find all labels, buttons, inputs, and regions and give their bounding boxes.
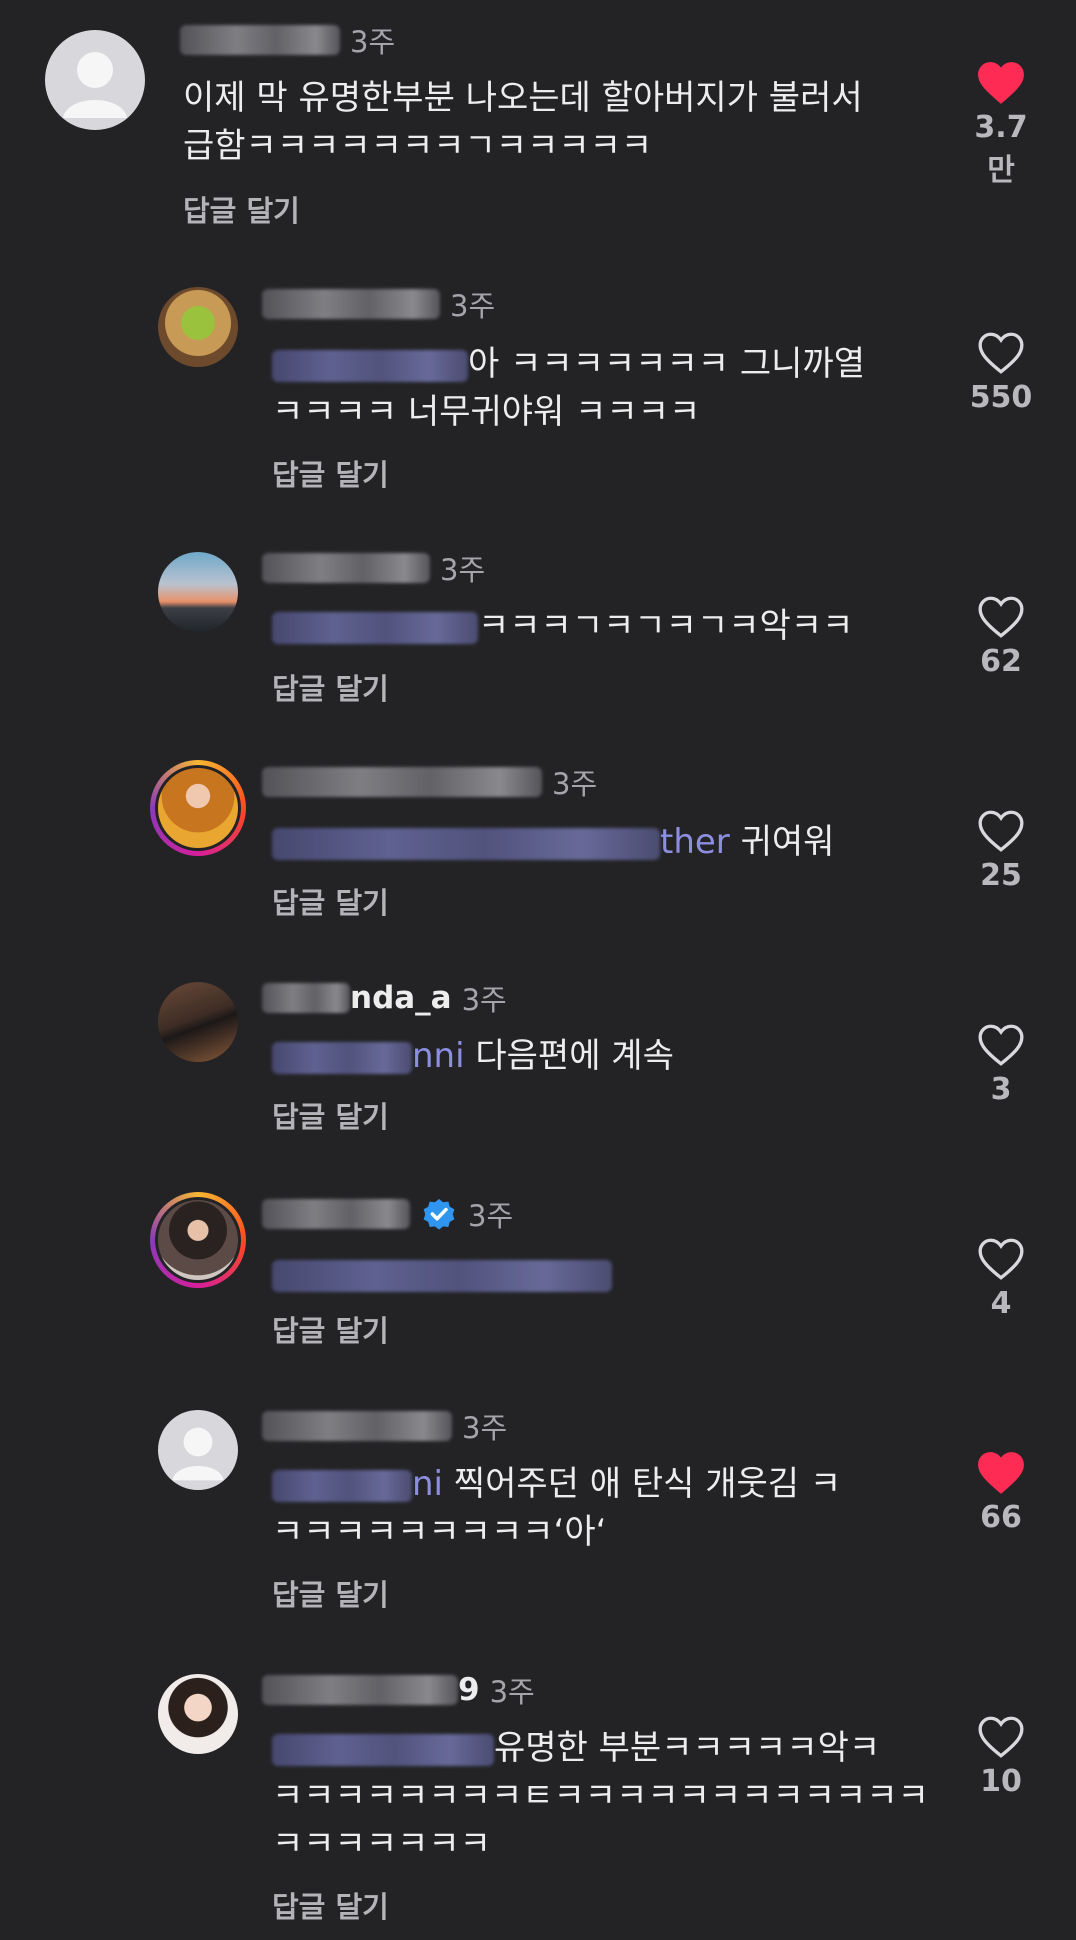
mention-tail[interactable]: ther (660, 822, 730, 862)
heart-outline-icon (978, 1716, 1024, 1758)
mention-tail[interactable]: nni (412, 1036, 465, 1076)
comment-text: ther 귀여워 (272, 818, 834, 866)
comment-time: 3주 (450, 289, 496, 323)
like-button[interactable]: 3.7만 (961, 60, 1041, 189)
reply-button[interactable]: 답글 달기 (272, 452, 389, 494)
comment-time: 3주 (552, 767, 598, 801)
comment-text: 유명한 부분ㅋㅋㅋㅋㅋ악ㅋ ㅋㅋㅋㅋㅋㅋㅋㅋㅌㅋㅋㅋㅋㅋㅋㅋㅋㅋㅋㅋㅋ ㅋㅋㅋㅋ… (272, 1724, 929, 1868)
comment-line: ㅋㅋㅋㅋㅋㅋㅋㅋㅋ‘아‘ (272, 1512, 607, 1552)
comment-time: 3주 (440, 553, 486, 587)
comment-text: 이제 막 유명한부분 나오는데 할아버지가 불러서 급함ㅋㅋㅋㅋㅋㅋㅋㄱㅋㅋㅋㅋ… (183, 74, 863, 170)
street-photo-avatar[interactable] (158, 982, 238, 1062)
story-ring-avatar[interactable] (150, 1192, 246, 1288)
mention-blurred[interactable] (272, 349, 468, 382)
mention-tail[interactable]: ni (412, 1464, 443, 1504)
heart-outline-icon (978, 1238, 1024, 1280)
mention-blurred[interactable] (272, 611, 478, 644)
comment-time: 3주 (489, 1675, 535, 1709)
reply-button[interactable]: 답글 달기 (272, 1094, 389, 1136)
cartoon-frog-avatar[interactable] (158, 287, 238, 367)
like-button[interactable]: 4 (961, 1236, 1041, 1321)
username-blurred[interactable] (262, 983, 350, 1013)
comment-text: ㅋㅋㅋㄱㅋㄱㅋㄱㅋ악ㅋㅋ (272, 602, 853, 650)
verified-badge-icon (423, 1198, 455, 1230)
mention-blurred[interactable] (272, 1041, 412, 1074)
like-button[interactable]: 25 (961, 808, 1041, 893)
comment-line: 유명한 부분ㅋㅋㅋㅋㅋ악ㅋ (494, 1728, 881, 1768)
heart-outline-icon (978, 810, 1024, 852)
default-avatar-icon[interactable] (158, 1410, 238, 1490)
mention-blurred[interactable] (272, 1733, 494, 1766)
username-blurred[interactable] (262, 1199, 410, 1229)
comment-line: ㅋㅋㅋㅋ 너무귀야워 ㅋㅋㅋㅋ (272, 392, 701, 432)
like-count: 3.7만 (974, 110, 1028, 188)
username-blurred[interactable] (262, 767, 542, 797)
comment-text: nni 다음편에 계속 (272, 1032, 674, 1080)
like-button[interactable]: 62 (961, 594, 1041, 679)
like-count: 550 (969, 380, 1033, 415)
reply-button[interactable]: 답글 달기 (183, 188, 300, 230)
comment-text (272, 1250, 612, 1298)
heart-filled-icon (978, 62, 1024, 104)
like-count: 10 (980, 1764, 1022, 1799)
comment-line: ㅋㅋㅋㅋㅋㅋㅋ (272, 1824, 491, 1864)
comment-line: 다음편에 계속 (475, 1036, 674, 1076)
username-blurred[interactable] (262, 553, 430, 583)
heart-filled-icon (978, 1452, 1024, 1494)
like-count: 62 (980, 644, 1022, 679)
comment-time: 3주 (462, 1411, 508, 1445)
like-count: 66 (980, 1500, 1022, 1535)
comment-line: ㅋㅋㅋㅋㅋㅋㅋㅋㅌㅋㅋㅋㅋㅋㅋㅋㅋㅋㅋㅋㅋ (272, 1776, 929, 1816)
comment-line: ㅋㅋㅋㄱㅋㄱㅋㄱㅋ악ㅋㅋ (478, 606, 854, 646)
reply-button[interactable]: 답글 달기 (272, 1884, 389, 1926)
comment-time: 3주 (350, 25, 396, 59)
comment-line: 급함ㅋㅋㅋㅋㅋㅋㅋㄱㅋㅋㅋㅋㅋ (183, 126, 653, 166)
like-button[interactable]: 10 (961, 1714, 1041, 1799)
comment-line: 이제 막 유명한부분 나오는데 할아버지가 불러서 (183, 78, 863, 118)
reply-button[interactable]: 답글 달기 (272, 880, 389, 922)
comment-line: 찍어주던 애 탄식 개웃김 ㅋ (453, 1464, 842, 1504)
comment-line: 아 ㅋㅋㅋㅋㅋㅋㅋ 그니까열 (468, 344, 865, 384)
comment-text: ni 찍어주던 애 탄식 개웃김 ㅋ ㅋㅋㅋㅋㅋㅋㅋㅋㅋ‘아‘ (272, 1460, 841, 1556)
portrait-avatar[interactable] (158, 1674, 238, 1754)
comment-text: 아 ㅋㅋㅋㅋㅋㅋㅋ 그니까열 ㅋㅋㅋㅋ 너무귀야워 ㅋㅋㅋㅋ (272, 340, 865, 436)
reply-button[interactable]: 답글 달기 (272, 666, 389, 708)
username-tail[interactable]: nda_a (350, 980, 452, 1016)
comment-time: 3주 (468, 1199, 514, 1233)
username-tail[interactable]: 9 (458, 1672, 480, 1708)
reply-button[interactable]: 답글 달기 (272, 1308, 389, 1350)
username-blurred[interactable] (262, 289, 440, 319)
mention-blurred[interactable] (272, 1259, 612, 1292)
heart-outline-icon (978, 596, 1024, 638)
username-blurred[interactable] (180, 25, 340, 55)
like-count: 25 (980, 858, 1022, 893)
like-button[interactable]: 66 (961, 1450, 1041, 1535)
like-count: 3 (990, 1072, 1012, 1107)
reply-button[interactable]: 답글 달기 (272, 1572, 389, 1614)
like-button[interactable]: 3 (961, 1022, 1041, 1107)
comment-line: 귀여워 (740, 822, 835, 862)
mention-blurred[interactable] (272, 827, 660, 860)
heart-outline-icon (978, 332, 1024, 374)
like-count: 4 (990, 1286, 1012, 1321)
like-button[interactable]: 550 (961, 330, 1041, 415)
mention-blurred[interactable] (272, 1469, 412, 1502)
sunset-avatar[interactable] (158, 552, 238, 632)
username-blurred[interactable] (262, 1411, 452, 1441)
username-blurred[interactable] (262, 1675, 458, 1705)
comment-time: 3주 (461, 983, 507, 1017)
heart-outline-icon (978, 1024, 1024, 1066)
story-ring-avatar[interactable] (150, 760, 246, 856)
default-avatar-icon[interactable] (45, 30, 145, 130)
